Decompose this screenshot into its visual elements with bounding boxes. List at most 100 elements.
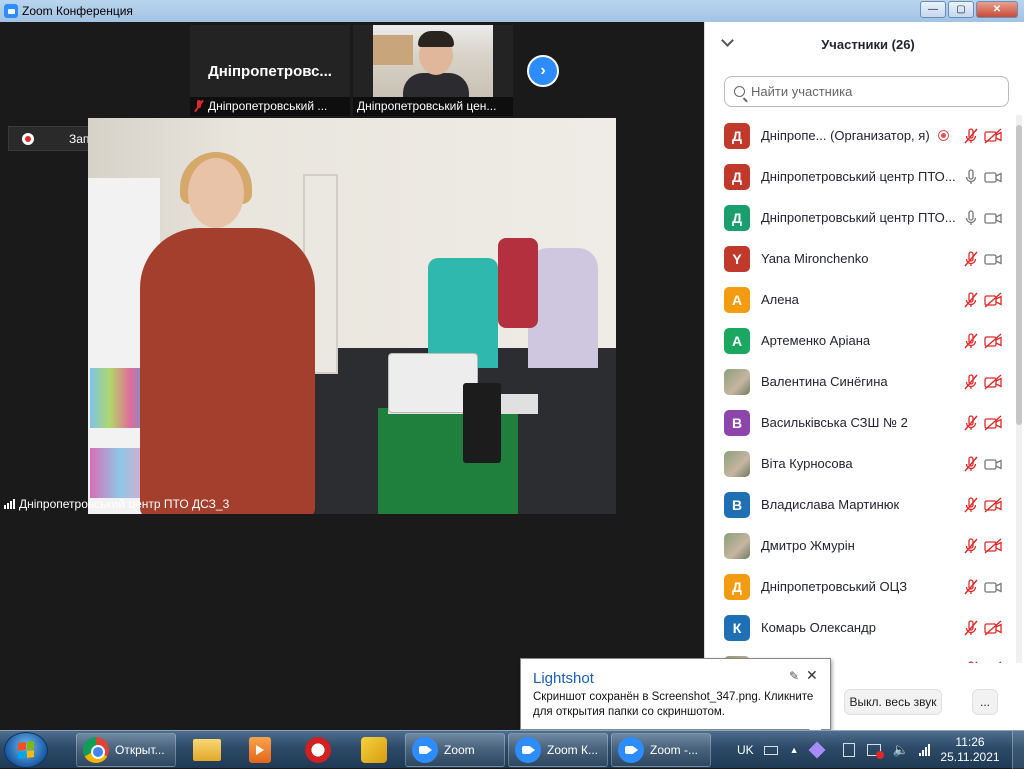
participant-row[interactable]: Валентина Синёгина bbox=[705, 361, 1015, 402]
video-icon[interactable] bbox=[984, 579, 1002, 595]
scrollbar-thumb[interactable] bbox=[1016, 125, 1022, 425]
participant-row[interactable]: А Артеменко Аріана bbox=[705, 320, 1015, 361]
minimize-button[interactable]: — bbox=[920, 1, 946, 18]
participants-title: Участники (26) bbox=[821, 37, 915, 52]
avatar bbox=[724, 450, 750, 477]
recording-icon bbox=[938, 130, 949, 141]
taskbar-opera[interactable] bbox=[302, 733, 334, 767]
video-off-icon[interactable] bbox=[984, 332, 1002, 349]
mic-icon[interactable] bbox=[963, 168, 979, 185]
avatar bbox=[724, 368, 750, 395]
network-error-icon[interactable] bbox=[866, 744, 884, 759]
video-icon[interactable] bbox=[984, 251, 1002, 267]
more-options-button[interactable]: ... bbox=[972, 689, 998, 715]
taskbar-zoom-1[interactable]: Zoom bbox=[405, 733, 505, 767]
participants-scrollbar[interactable] bbox=[1016, 115, 1022, 663]
keyboard-icon[interactable] bbox=[763, 745, 778, 755]
muted-mic-icon[interactable] bbox=[963, 332, 979, 349]
participant-row[interactable]: Віта Курносова bbox=[705, 443, 1015, 484]
thumbnail-video bbox=[373, 25, 493, 97]
video-thumbnail[interactable]: Дніпропетровс... Дніпропетровський ... bbox=[190, 25, 350, 116]
video-icon[interactable] bbox=[984, 169, 1002, 185]
active-speaker-video bbox=[88, 118, 616, 514]
taskbar-zoom-2[interactable]: Zoom К... bbox=[508, 733, 608, 767]
notification-close-button[interactable]: ✕ bbox=[806, 667, 818, 684]
video-off-icon[interactable] bbox=[984, 373, 1002, 390]
lightshot-tray-icon[interactable] bbox=[808, 741, 826, 759]
participant-row[interactable]: Y Yana Mironchenko bbox=[705, 238, 1015, 279]
participant-row[interactable]: А Алена bbox=[705, 279, 1015, 320]
windows-logo-icon bbox=[18, 741, 34, 759]
muted-mic-icon[interactable] bbox=[963, 619, 979, 636]
video-thumbnail[interactable]: Дніпропетровський цен... bbox=[353, 25, 513, 116]
participant-search[interactable] bbox=[724, 76, 1009, 107]
participant-search-input[interactable] bbox=[751, 84, 991, 99]
participant-name: Дніпропетровський центр ПТО... bbox=[761, 169, 956, 184]
video-off-icon[interactable] bbox=[984, 660, 1002, 664]
taskbar-zoom-3[interactable]: Zoom -... bbox=[611, 733, 711, 767]
mute-all-button[interactable]: Выкл. весь звук bbox=[844, 689, 942, 715]
clock[interactable]: 11:26 25.11.2021 bbox=[940, 735, 1000, 765]
video-off-icon[interactable] bbox=[984, 619, 1002, 636]
muted-mic-icon[interactable] bbox=[963, 291, 979, 308]
muted-mic-icon[interactable] bbox=[963, 373, 979, 390]
folder-icon bbox=[193, 739, 221, 761]
next-page-arrow-icon[interactable]: › bbox=[527, 55, 559, 87]
participant-row[interactable]: В Владислава Мартинюк bbox=[705, 484, 1015, 525]
taskbar-media[interactable] bbox=[244, 733, 276, 767]
participant-row[interactable]: Д Дніпропетровський ОЦЗ bbox=[705, 566, 1015, 607]
video-off-icon[interactable] bbox=[984, 291, 1002, 308]
video-off-icon[interactable] bbox=[984, 414, 1002, 431]
avatar: А bbox=[724, 286, 750, 313]
participants-panel: Участники (26) Д Дніпропе... (Организатор… bbox=[704, 22, 1024, 730]
show-desktop-button[interactable] bbox=[1012, 731, 1024, 769]
participant-row[interactable]: Д Дніпропетровський центр ПТО... bbox=[705, 197, 1015, 238]
clock-time: 11:26 bbox=[955, 735, 985, 749]
mic-icon[interactable] bbox=[963, 209, 979, 226]
participant-name: Дніпропетровський ОЦЗ bbox=[761, 579, 908, 594]
taskbar-explorer[interactable] bbox=[188, 733, 226, 767]
volume-icon[interactable]: 🔈 bbox=[893, 742, 909, 758]
pin-icon[interactable]: ✎ bbox=[789, 669, 799, 683]
taskbar: Открыт... Zoom Zoom К... Zoom -... UK ▲ … bbox=[0, 730, 1024, 769]
muted-mic-icon[interactable] bbox=[963, 127, 979, 144]
muted-mic-icon[interactable] bbox=[963, 496, 979, 513]
muted-mic-icon[interactable] bbox=[963, 578, 979, 595]
muted-mic-icon[interactable] bbox=[963, 250, 979, 267]
thumbnail-label: Дніпропетровський ... bbox=[190, 97, 350, 116]
participant-name: Владислава Мартинюк bbox=[761, 497, 900, 512]
muted-mic-icon[interactable] bbox=[963, 455, 979, 472]
participant-row[interactable]: В Васильківська СЗШ № 2 bbox=[705, 402, 1015, 443]
zoom-icon bbox=[618, 737, 644, 763]
taskbar-app[interactable] bbox=[358, 733, 390, 767]
video-icon[interactable] bbox=[984, 210, 1002, 226]
participant-row[interactable]: Д Дніпропетровський центр ПТО... bbox=[705, 156, 1015, 197]
video-off-icon[interactable] bbox=[984, 496, 1002, 513]
start-button[interactable] bbox=[4, 732, 48, 768]
participant-name: Yana Mironchenko bbox=[761, 251, 869, 266]
video-off-icon[interactable] bbox=[984, 537, 1002, 554]
window-titlebar: Zoom Конференция — ▢ ✕ bbox=[0, 0, 1024, 22]
device-icon[interactable] bbox=[842, 743, 855, 757]
language-indicator[interactable]: UK bbox=[737, 743, 754, 757]
participant-row[interactable]: К Комарь Олександр bbox=[705, 607, 1015, 648]
participant-row[interactable]: Д Дніпропе... (Организатор, я) bbox=[705, 115, 1015, 156]
taskbar-chrome[interactable]: Открыт... bbox=[76, 733, 176, 767]
maximize-button[interactable]: ▢ bbox=[948, 1, 974, 18]
participants-header: Участники (26) bbox=[705, 22, 1024, 68]
muted-mic-icon[interactable] bbox=[963, 660, 979, 664]
avatar: Y bbox=[724, 245, 750, 272]
avatar: Д bbox=[724, 573, 750, 600]
video-off-icon[interactable] bbox=[984, 127, 1002, 144]
avatar: В bbox=[724, 491, 750, 518]
thumbnail-label-text: Дніпропетровський ... bbox=[208, 99, 328, 113]
muted-mic-icon[interactable] bbox=[963, 414, 979, 431]
signal-bars-icon[interactable] bbox=[918, 744, 930, 756]
participant-row[interactable]: Дмитро Жмурін bbox=[705, 525, 1015, 566]
show-hidden-icons-icon[interactable]: ▲ bbox=[790, 745, 799, 755]
zoom-icon bbox=[515, 737, 541, 763]
lightshot-notification[interactable]: Lightshot ✎ ✕ Скриншот сохранён в Screen… bbox=[520, 658, 831, 741]
close-window-button[interactable]: ✕ bbox=[976, 1, 1018, 18]
video-icon[interactable] bbox=[984, 456, 1002, 472]
muted-mic-icon[interactable] bbox=[963, 537, 979, 554]
